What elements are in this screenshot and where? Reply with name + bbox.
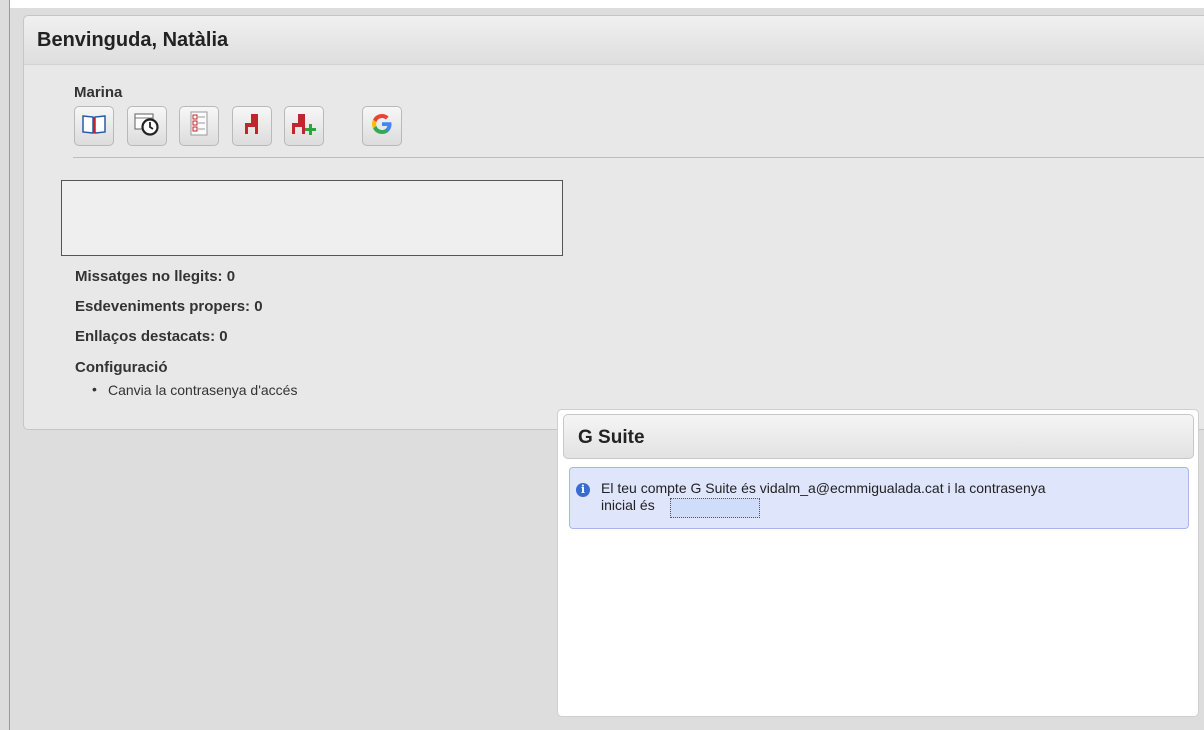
gsuite-header: G Suite <box>563 414 1194 459</box>
gsuite-title: G Suite <box>578 427 645 448</box>
featured-links-count[interactable]: Enllaços destacats: 0 <box>75 328 228 345</box>
info-message: i El teu compte G Suite és vidalm_a@ecmm… <box>569 467 1189 529</box>
divider <box>73 157 1204 158</box>
window-left-edge <box>9 0 10 730</box>
info-text-line2: inicial és <box>601 497 655 513</box>
upcoming-events-count[interactable]: Esdeveniments propers: 0 <box>75 298 263 315</box>
unread-messages-count[interactable]: Missatges no llegits: 0 <box>75 268 235 285</box>
notebook-icon <box>81 113 107 140</box>
notebook-button[interactable] <box>74 106 114 146</box>
info-icon: i <box>576 483 590 497</box>
checklist-button[interactable] <box>179 106 219 146</box>
gsuite-panel: G Suite i El teu compte G Suite és vidal… <box>557 409 1199 717</box>
initial-password-field[interactable] <box>670 498 760 518</box>
schedule-button[interactable] <box>127 106 167 146</box>
google-icon <box>370 112 394 141</box>
red-chair-add-icon <box>290 112 318 141</box>
red-chair-icon <box>241 112 263 141</box>
change-password-link[interactable]: Canvia la contrasenya d'accés <box>108 382 297 398</box>
empty-content-box <box>61 180 563 256</box>
checklist-icon <box>188 111 210 142</box>
list-bullet: • <box>92 381 97 397</box>
user-name: Marina <box>74 84 123 101</box>
window-top-edge <box>9 0 1204 8</box>
welcome-title: Benvinguda, Natàlia <box>37 29 229 51</box>
add-seat-button[interactable] <box>284 106 324 146</box>
google-button[interactable] <box>362 106 402 146</box>
info-text-line1: El teu compte G Suite és vidalm_a@ecmmig… <box>601 480 1046 496</box>
calendar-clock-icon <box>133 111 161 142</box>
config-heading: Configuració <box>75 359 168 376</box>
seat-button[interactable] <box>232 106 272 146</box>
